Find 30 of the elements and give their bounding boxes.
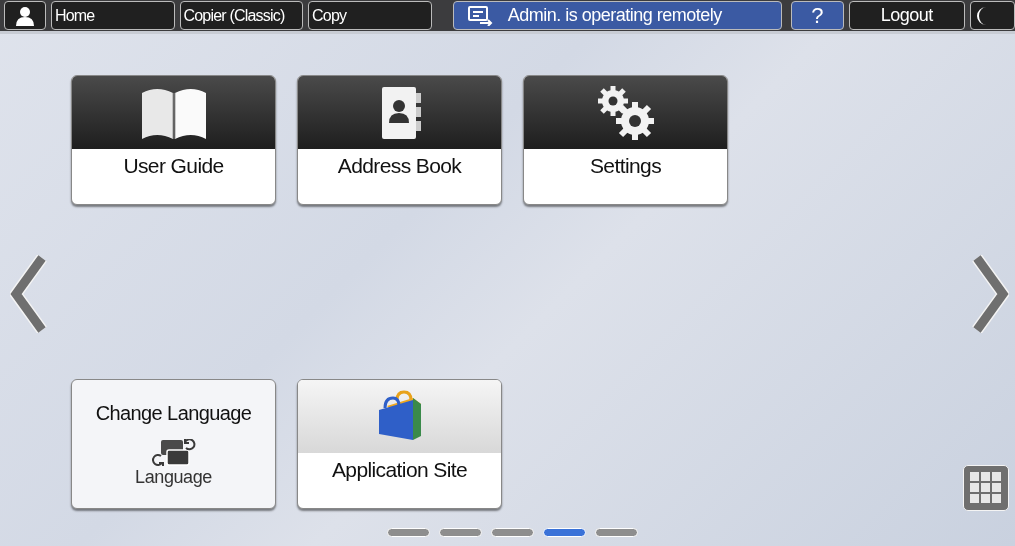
page-indicator[interactable] xyxy=(543,528,586,537)
app-list-button[interactable] xyxy=(963,465,1009,511)
tile-label: Application Site xyxy=(330,457,469,483)
page-indicator[interactable] xyxy=(387,528,430,537)
energy-saver-button[interactable] xyxy=(970,1,1015,30)
logout-button[interactable]: Logout xyxy=(848,1,966,30)
app-tile[interactable]: Settings xyxy=(523,75,728,205)
person-icon xyxy=(14,5,35,26)
icon-caption: Language xyxy=(135,467,212,488)
remote-status-text: Admin. is operating remotely xyxy=(507,5,722,26)
page-indicator[interactable] xyxy=(595,528,638,537)
breadcrumb-button[interactable]: Copy xyxy=(308,1,432,30)
page-indicator[interactable] xyxy=(491,528,534,537)
app-tile[interactable]: User Guide xyxy=(71,75,276,205)
tile-label: Change Language xyxy=(95,402,252,425)
language-switch-icon xyxy=(150,439,197,467)
home-button[interactable]: Home xyxy=(50,1,175,30)
remote-screen-icon xyxy=(467,5,494,26)
app-tile[interactable]: Change Language Language xyxy=(71,379,276,509)
breadcrumb-button[interactable]: Copier (Classic) xyxy=(179,1,304,30)
app-tile[interactable]: Application Site xyxy=(297,379,502,509)
tile-label: Address Book xyxy=(336,153,463,179)
tile-label: Settings xyxy=(588,153,663,179)
tile-label: User Guide xyxy=(122,153,225,179)
user-button[interactable] xyxy=(4,1,46,30)
gears-icon xyxy=(595,83,656,142)
help-button[interactable]: ? xyxy=(790,1,844,30)
grid-icon xyxy=(969,471,1003,505)
app-tile[interactable]: Address Book xyxy=(297,75,502,205)
page-indicator[interactable] xyxy=(439,528,482,537)
